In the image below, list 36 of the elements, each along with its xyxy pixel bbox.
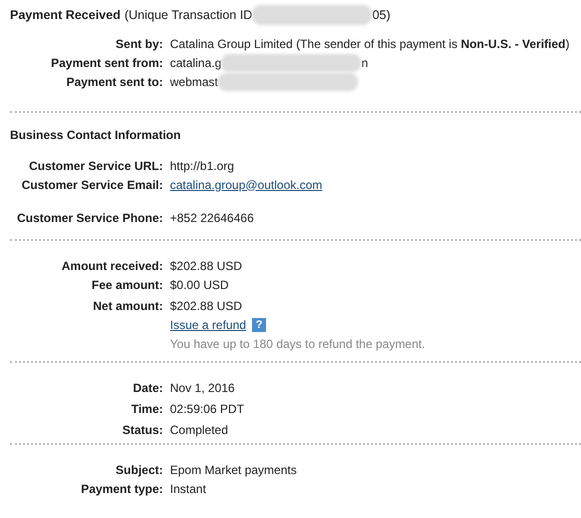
field-value: http://b1.org	[170, 158, 234, 172]
field-label: Amount received:	[60, 258, 163, 272]
field-value: Catalina Group Limited (The sender of this payment is Non-U.S. - Verified)	[170, 36, 570, 50]
field-label: Status:	[121, 422, 163, 436]
field-label: Sent by:	[114, 36, 163, 50]
field-label: Customer Service Email:	[20, 178, 163, 192]
field-value: Instant	[170, 482, 206, 496]
section-title: Business Contact Information	[10, 128, 182, 142]
help-icon[interactable]: ?	[252, 318, 266, 332]
page-heading: Payment Received	[10, 8, 120, 22]
field-label: Time:	[130, 402, 163, 416]
link[interactable]: catalina.group@outlook.com	[170, 178, 322, 192]
field-value: +852 22646466	[170, 210, 254, 224]
field-label: Date:	[132, 380, 163, 394]
field-value: catalina.g	[170, 56, 222, 70]
field-value: $0.00 USD	[170, 278, 229, 292]
field-label: Payment sent from:	[50, 56, 163, 70]
field-value: $202.88 USD	[170, 298, 242, 312]
field-label: Customer Service Phone:	[16, 210, 163, 224]
field-value: Completed	[170, 422, 228, 436]
field-label: Subject:	[114, 462, 163, 476]
note-text: You have up to 180 days to refund the payment.	[170, 336, 426, 350]
field-value: $202.88 USD	[170, 258, 242, 272]
field-value: Nov 1, 2016	[170, 380, 235, 394]
field-label: Customer Service URL:	[28, 158, 163, 172]
field-label: Fee amount:	[90, 278, 163, 292]
field-label: Net amount:	[92, 298, 163, 312]
field-label: Payment type:	[80, 482, 163, 496]
field-value: Epom Market payments	[170, 462, 297, 476]
field-value: 02:59:06 PDT	[170, 402, 244, 416]
link[interactable]: Issue a refund	[170, 318, 246, 332]
field-value: webmast	[170, 74, 218, 88]
heading-text: (Unique Transaction ID	[124, 8, 252, 22]
heading-text: 05)	[372, 8, 390, 22]
field-label: Payment sent to:	[65, 74, 163, 88]
field-value: n	[361, 56, 368, 70]
